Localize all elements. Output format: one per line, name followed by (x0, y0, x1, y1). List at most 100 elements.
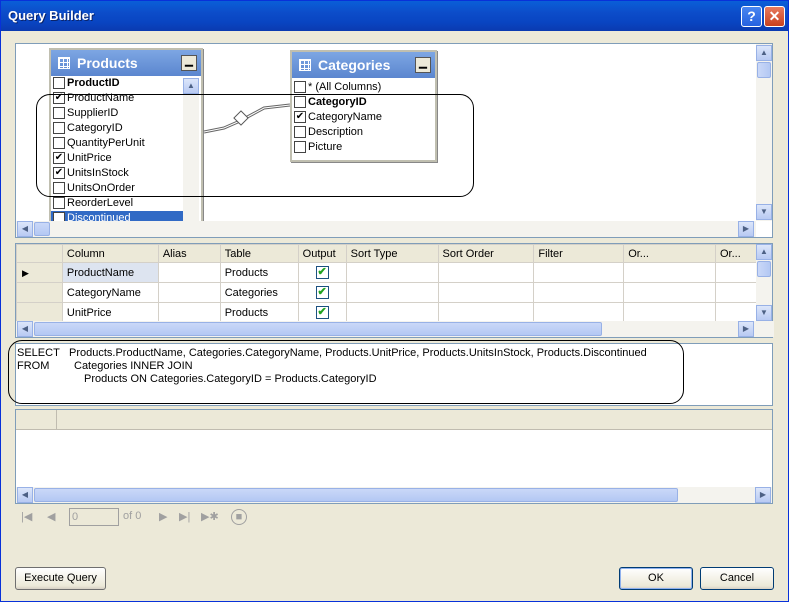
grid-column-header[interactable]: Filter (533, 244, 625, 263)
diagram-vertical-scrollbar[interactable]: ▲ ▼ (756, 44, 772, 221)
grid-column-header[interactable]: Output (297, 244, 347, 263)
table-icon (299, 59, 311, 71)
diagram-horizontal-scrollbar[interactable]: ◀ ▶ (16, 221, 756, 237)
table-icon (58, 57, 70, 69)
column-checkbox[interactable] (53, 77, 65, 89)
products-table-header[interactable]: Products ▁ (51, 50, 201, 76)
scroll-right-icon[interactable]: ▶ (738, 321, 754, 337)
grid-column-header[interactable]: Table (219, 244, 299, 263)
grid-cell-empty[interactable] (345, 302, 439, 323)
query-builder-window: Query Builder ? ✕ Products ▁ ProductID ✔ P… (0, 0, 789, 602)
scroll-thumb[interactable] (757, 62, 771, 78)
highlight-ellipse (8, 340, 684, 404)
grid-column-header[interactable]: Alias (157, 244, 221, 263)
grid-cell-output: ✔ (297, 282, 347, 303)
grid-row[interactable]: ▶ ProductName Products ✔ (16, 262, 773, 283)
ok-button[interactable]: OK (619, 567, 693, 590)
scroll-thumb[interactable] (34, 322, 602, 336)
highlight-ellipse (36, 94, 474, 197)
scroll-down-icon[interactable]: ▼ (756, 204, 772, 220)
grid-cell-empty[interactable] (437, 262, 535, 283)
table-column-row[interactable]: ProductID (51, 76, 183, 91)
output-checkbox[interactable]: ✔ (315, 286, 329, 299)
results-horizontal-scrollbar[interactable]: ◀ ▶ (16, 487, 772, 503)
minimize-icon[interactable]: ▁ (181, 55, 197, 71)
row-selector[interactable] (16, 282, 63, 303)
column-checkbox[interactable] (53, 197, 65, 209)
scroll-left-icon[interactable]: ◀ (17, 321, 33, 337)
help-button[interactable]: ? (741, 6, 762, 27)
grid-cell-empty[interactable] (345, 282, 439, 303)
scroll-left-icon[interactable]: ◀ (17, 487, 33, 503)
grid-cell-empty[interactable] (345, 262, 439, 283)
minimize-icon[interactable]: ▁ (415, 57, 431, 73)
grid-cell-table[interactable]: Products (219, 262, 299, 283)
grid-column-header[interactable]: Sort Order (437, 244, 535, 263)
cancel-button[interactable]: Cancel (700, 567, 774, 590)
grid-header-row: Column Alias Table Output Sort Type Sort Orde… (16, 244, 773, 263)
grid-row[interactable]: CategoryName Categories ✔ (16, 282, 773, 303)
output-checkbox[interactable]: ✔ (315, 266, 329, 279)
row-selector[interactable]: ▶ (16, 262, 63, 283)
grid-cell-empty[interactable] (533, 302, 625, 323)
last-record-icon[interactable]: ▶| (179, 510, 190, 523)
execute-query-button[interactable]: Execute Query (15, 567, 106, 590)
scroll-right-icon[interactable]: ▶ (738, 221, 754, 237)
record-count-label: of 0 (123, 510, 142, 522)
grid-cell-empty[interactable] (623, 302, 716, 323)
sql-pane[interactable]: SELECT Products.ProductName, Categories.… (8, 340, 773, 406)
grid-column-header[interactable]: Column (61, 244, 159, 263)
close-button[interactable]: ✕ (764, 6, 785, 27)
record-position-input[interactable] (69, 508, 119, 526)
scroll-right-icon[interactable]: ▶ (755, 487, 771, 503)
grid-cell-empty[interactable] (533, 282, 625, 303)
grid-cell-table[interactable]: Categories (219, 282, 299, 303)
title-bar[interactable]: Query Builder ? ✕ (1, 1, 788, 31)
next-record-icon[interactable]: ▶ (159, 510, 167, 523)
scroll-up-icon[interactable]: ▲ (756, 45, 772, 61)
grid-cell-table[interactable]: Products (219, 302, 299, 323)
criteria-grid[interactable]: Column Alias Table Output Sort Type Sort Orde… (16, 244, 773, 323)
current-row-icon: ▶ (22, 267, 29, 278)
record-navigator: |◀ ◀ of 0 ▶ ▶| ▶✱ ■ (15, 506, 773, 530)
grid-cell-alias[interactable] (157, 262, 221, 283)
grid-cell-empty[interactable] (623, 262, 716, 283)
table-column-row[interactable]: ReorderLevel (51, 196, 183, 211)
grid-column-header[interactable]: Sort Type (345, 244, 439, 263)
scroll-thumb[interactable] (757, 261, 771, 277)
categories-table-header[interactable]: Categories ▁ (292, 52, 435, 78)
scroll-down-icon[interactable]: ▼ (756, 305, 772, 321)
grid-cell-column[interactable]: ProductName (61, 262, 159, 283)
table-column-row[interactable]: * (All Columns) (292, 80, 435, 95)
scroll-left-icon[interactable]: ◀ (17, 221, 33, 237)
output-checkbox[interactable]: ✔ (315, 306, 329, 319)
first-record-icon[interactable]: |◀ (21, 510, 32, 523)
criteria-grid-pane[interactable]: Column Alias Table Output Sort Type Sort Orde… (15, 243, 774, 338)
scroll-thumb[interactable] (34, 488, 678, 502)
column-checkbox[interactable] (294, 81, 306, 93)
grid-cell-alias[interactable] (157, 302, 221, 323)
grid-column-header[interactable]: Or... (623, 244, 716, 263)
grid-cell-alias[interactable] (157, 282, 221, 303)
grid-cell-empty[interactable] (533, 262, 625, 283)
results-header (16, 410, 772, 430)
delete-record-icon[interactable]: ■ (231, 509, 247, 525)
new-record-icon[interactable]: ▶✱ (201, 510, 219, 523)
scroll-up-icon[interactable]: ▲ (756, 244, 772, 260)
previous-record-icon[interactable]: ◀ (47, 510, 55, 523)
scroll-up-icon[interactable]: ▲ (183, 78, 199, 94)
grid-cell-empty[interactable] (437, 302, 535, 323)
scroll-thumb[interactable] (34, 222, 50, 236)
window-title: Query Builder (8, 8, 94, 23)
row-selector[interactable] (16, 302, 63, 323)
grid-cell-empty[interactable] (437, 282, 535, 303)
grid-cell-empty[interactable] (623, 282, 716, 303)
results-pane[interactable]: ◀ ▶ (15, 409, 773, 504)
grid-vertical-scrollbar[interactable]: ▲ ▼ (756, 244, 772, 321)
grid-row[interactable]: UnitPrice Products ✔ (16, 302, 773, 323)
grid-cell-column[interactable]: CategoryName (61, 282, 159, 303)
grid-cell-column[interactable]: UnitPrice (61, 302, 159, 323)
grid-horizontal-scrollbar[interactable]: ◀ ▶ (16, 321, 774, 337)
diagram-pane[interactable]: Products ▁ ProductID ✔ ProductName Supplier… (15, 43, 773, 238)
grid-cell-output: ✔ (297, 262, 347, 283)
